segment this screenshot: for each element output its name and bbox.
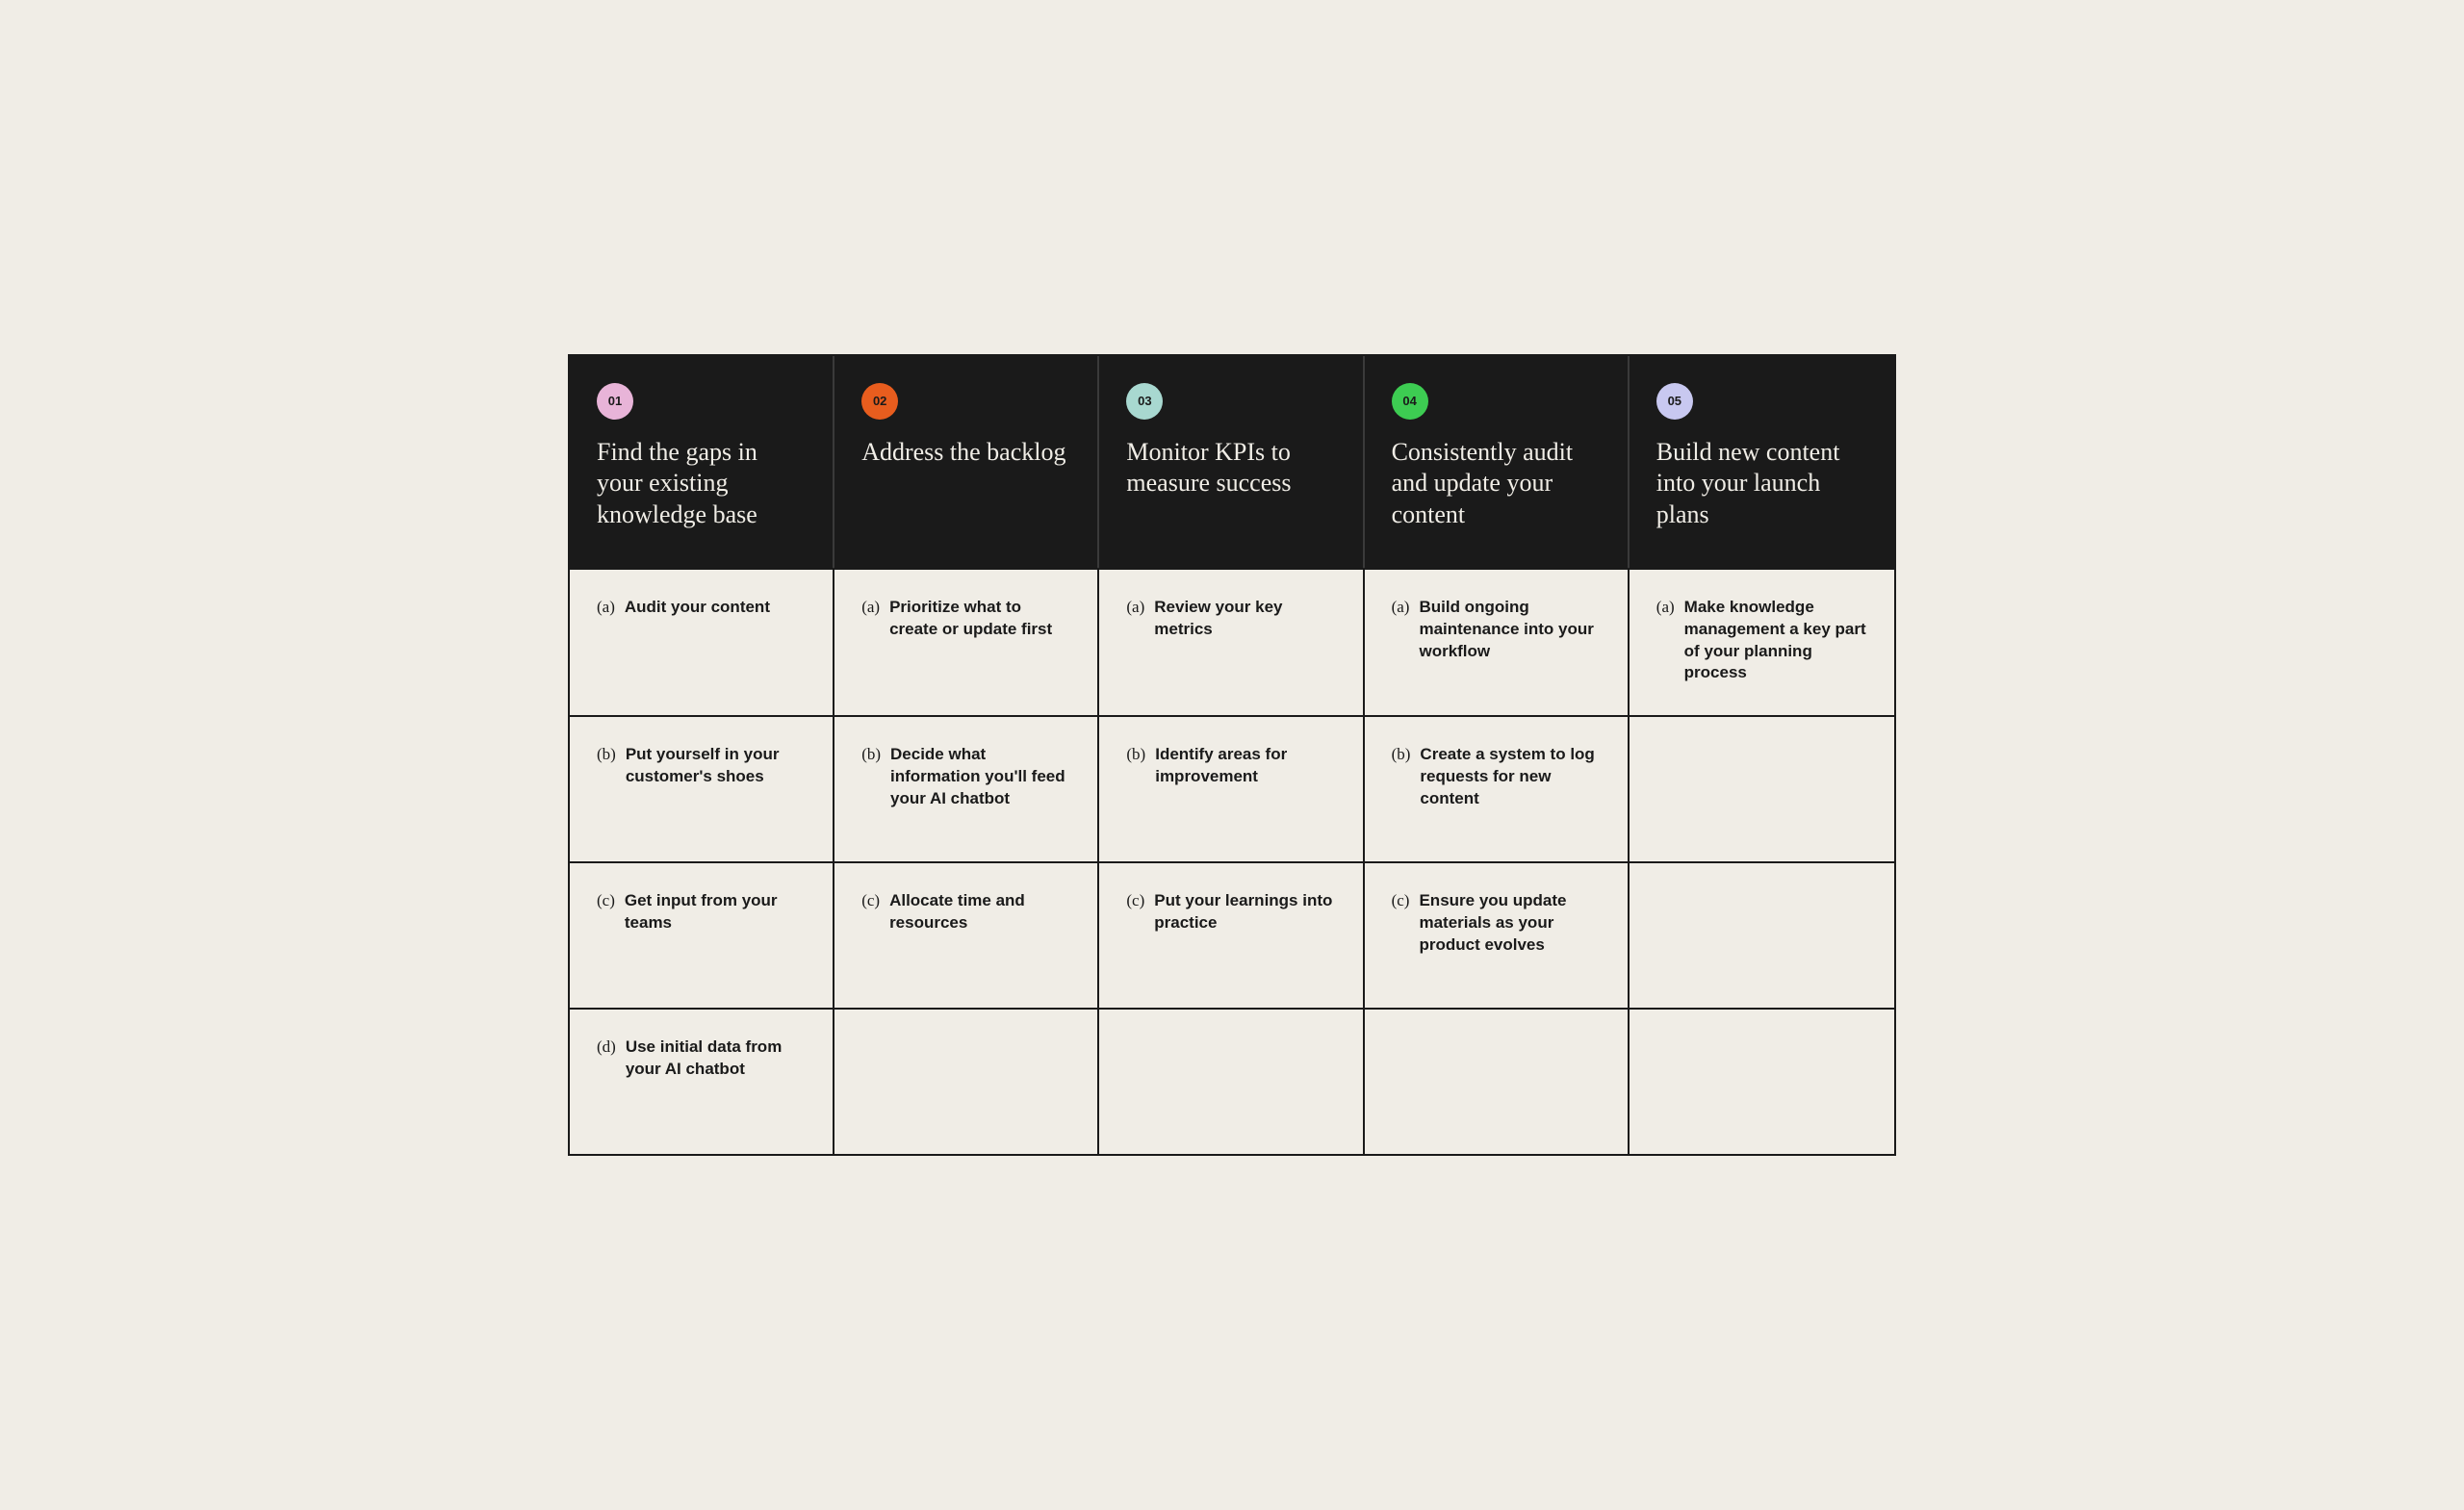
header-row: 01 Find the gaps in your existing knowle…	[570, 356, 1894, 568]
header-title-col2: Address the backlog	[861, 437, 1070, 469]
cell-label-col4-row1: (a)	[1392, 597, 1410, 617]
cell-col5-row4	[1630, 1010, 1894, 1154]
col-header-col5: 05 Build new content into your launch pl…	[1630, 356, 1894, 568]
cell-content-col3-row2: (b) Identify areas for improvement	[1126, 744, 1335, 788]
cell-label-col4-row3: (c)	[1392, 890, 1410, 910]
cell-label-col4-row2: (b)	[1392, 744, 1411, 764]
col-header-col4: 04 Consistently audit and update your co…	[1365, 356, 1630, 568]
header-title-col5: Build new content into your launch plans	[1656, 437, 1867, 531]
cell-text-col4-row2: Create a system to log requests for new …	[1420, 744, 1600, 810]
cell-col1-row2: (b) Put yourself in your customer's shoe…	[570, 717, 834, 861]
cell-col4-row3: (c) Ensure you update materials as your …	[1365, 863, 1630, 1008]
cell-content-col2-row2: (b) Decide what information you'll feed …	[861, 744, 1070, 810]
cell-col4-row1: (a) Build ongoing maintenance into your …	[1365, 570, 1630, 716]
cell-col2-row4	[834, 1010, 1099, 1154]
cell-text-col5-row1: Make knowledge management a key part of …	[1684, 597, 1867, 685]
cell-label-col2-row2: (b)	[861, 744, 881, 764]
cell-col4-row4	[1365, 1010, 1630, 1154]
cell-text-col2-row1: Prioritize what to create or update firs…	[889, 597, 1070, 641]
col-header-col3: 03 Monitor KPIs to measure success	[1099, 356, 1364, 568]
cell-text-col4-row3: Ensure you update materials as your prod…	[1419, 890, 1600, 957]
cell-label-col2-row1: (a)	[861, 597, 880, 617]
cell-content-col4-row3: (c) Ensure you update materials as your …	[1392, 890, 1601, 957]
cell-text-col3-row3: Put your learnings into practice	[1154, 890, 1335, 934]
cell-text-col2-row2: Decide what information you'll feed your…	[890, 744, 1070, 810]
cell-label-col1-row1: (a)	[597, 597, 615, 617]
cell-col3-row3: (c) Put your learnings into practice	[1099, 863, 1364, 1008]
cell-label-col3-row1: (a)	[1126, 597, 1144, 617]
col-header-col2: 02 Address the backlog	[834, 356, 1099, 568]
cell-content-col5-row1: (a) Make knowledge management a key part…	[1656, 597, 1867, 685]
cell-label-col1-row4: (d)	[597, 1037, 616, 1057]
cell-label-col1-row2: (b)	[597, 744, 616, 764]
cell-content-col1-row1: (a) Audit your content	[597, 597, 770, 619]
cell-label-col2-row3: (c)	[861, 890, 880, 910]
cell-text-col1-row4: Use initial data from your AI chatbot	[626, 1037, 806, 1081]
cell-text-col2-row3: Allocate time and resources	[889, 890, 1070, 934]
col-header-col1: 01 Find the gaps in your existing knowle…	[570, 356, 834, 568]
cell-col1-row3: (c) Get input from your teams	[570, 863, 834, 1008]
cell-col2-row3: (c) Allocate time and resources	[834, 863, 1099, 1008]
cell-col5-row1: (a) Make knowledge management a key part…	[1630, 570, 1894, 716]
header-title-col3: Monitor KPIs to measure success	[1126, 437, 1335, 499]
cell-col5-row3	[1630, 863, 1894, 1008]
cell-label-col3-row3: (c)	[1126, 890, 1144, 910]
cell-content-col2-row1: (a) Prioritize what to create or update …	[861, 597, 1070, 641]
cell-content-col1-row3: (c) Get input from your teams	[597, 890, 806, 934]
cell-col4-row2: (b) Create a system to log requests for …	[1365, 717, 1630, 861]
badge-col2: 02	[861, 383, 898, 420]
cell-content-col4-row1: (a) Build ongoing maintenance into your …	[1392, 597, 1601, 663]
data-row-2: (b) Put yourself in your customer's shoe…	[570, 715, 1894, 861]
badge-col3: 03	[1126, 383, 1163, 420]
cell-text-col3-row1: Review your key metrics	[1154, 597, 1335, 641]
cell-content-col3-row3: (c) Put your learnings into practice	[1126, 890, 1335, 934]
cell-col3-row2: (b) Identify areas for improvement	[1099, 717, 1364, 861]
cell-col3-row1: (a) Review your key metrics	[1099, 570, 1364, 716]
cell-text-col1-row3: Get input from your teams	[625, 890, 806, 934]
badge-col1: 01	[597, 383, 633, 420]
main-table: 01 Find the gaps in your existing knowle…	[568, 354, 1896, 1157]
cell-col1-row1: (a) Audit your content	[570, 570, 834, 716]
cell-content-col2-row3: (c) Allocate time and resources	[861, 890, 1070, 934]
cell-text-col1-row2: Put yourself in your customer's shoes	[626, 744, 806, 788]
cell-label-col5-row1: (a)	[1656, 597, 1675, 617]
badge-col4: 04	[1392, 383, 1428, 420]
cell-text-col4-row1: Build ongoing maintenance into your work…	[1419, 597, 1600, 663]
cell-col1-row4: (d) Use initial data from your AI chatbo…	[570, 1010, 834, 1154]
badge-col5: 05	[1656, 383, 1693, 420]
cell-text-col3-row2: Identify areas for improvement	[1155, 744, 1335, 788]
cell-col2-row1: (a) Prioritize what to create or update …	[834, 570, 1099, 716]
cell-content-col1-row2: (b) Put yourself in your customer's shoe…	[597, 744, 806, 788]
cell-content-col4-row2: (b) Create a system to log requests for …	[1392, 744, 1601, 810]
cell-col2-row2: (b) Decide what information you'll feed …	[834, 717, 1099, 861]
data-row-3: (c) Get input from your teams (c) Alloca…	[570, 861, 1894, 1008]
cell-label-col1-row3: (c)	[597, 890, 615, 910]
cell-col3-row4	[1099, 1010, 1364, 1154]
cell-content-col1-row4: (d) Use initial data from your AI chatbo…	[597, 1037, 806, 1081]
data-row-4: (d) Use initial data from your AI chatbo…	[570, 1008, 1894, 1154]
cell-content-col3-row1: (a) Review your key metrics	[1126, 597, 1335, 641]
cell-label-col3-row2: (b)	[1126, 744, 1145, 764]
header-title-col4: Consistently audit and update your conte…	[1392, 437, 1601, 531]
header-title-col1: Find the gaps in your existing knowledge…	[597, 437, 806, 531]
cell-text-col1-row1: Audit your content	[625, 597, 770, 619]
cell-col5-row2	[1630, 717, 1894, 861]
data-row-1: (a) Audit your content (a) Prioritize wh…	[570, 568, 1894, 716]
